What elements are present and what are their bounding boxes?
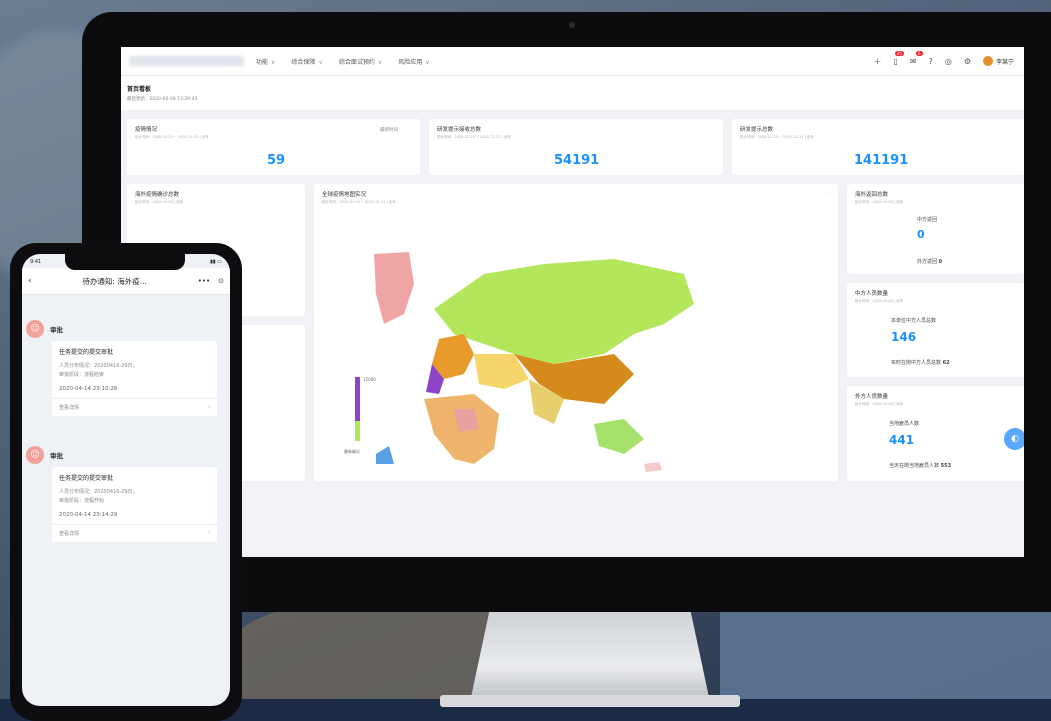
view-details-link[interactable]: 查看详情 ›: [52, 398, 217, 416]
card-world-map: 全球疫情地图实况 统计时间：2020-01-20 ~ 2020-12-31 | …: [314, 184, 838, 481]
cases-value: 59: [267, 153, 286, 168]
nav-item[interactable]: 风险应用 ∨: [398, 57, 429, 66]
toolbar: ＋ ▯ 45 ✉ 6 ? ◎ ⚙ 李某宁: [873, 50, 1014, 67]
battery-icon: ▮▮ ▭: [210, 259, 222, 265]
page-header: 首页看板 最后更新：2020-06-08 13:29:43: [121, 76, 1024, 110]
card-cases: 疫情情况 统计时间：2020-01-20 ~ 2020-12-31 | 全年 最…: [127, 119, 420, 175]
total-value: 141191: [854, 153, 909, 168]
notification-badge: 45: [894, 50, 904, 56]
page-updated: 最后更新：2020-06-08 13:29:43: [127, 97, 198, 102]
user-menu[interactable]: 李某宁: [982, 56, 1014, 66]
nav-item[interactable]: 综合面试预约 ∨: [339, 57, 382, 66]
main-nav: 功能 ∨ 综合保障 ∨ 综合面试预约 ∨ 风险应用 ∨: [256, 57, 430, 66]
received-value: 54191: [554, 153, 600, 168]
chat-float-icon[interactable]: ◐: [1004, 428, 1024, 450]
monitor-stand-base: [440, 695, 740, 707]
page-title: 首页看板: [127, 86, 152, 93]
camera-icon: [569, 22, 575, 28]
message-card[interactable]: 任务提交的提交审批 人员分布情况：20200416-29日； 审批阶段：流程结束 …: [52, 341, 217, 398]
message-item[interactable]: ☺ 审批 任务提交的提交审批 人员分布情况：20200416-29日； 审批阶段：…: [26, 320, 224, 416]
south-america-region: [376, 446, 394, 464]
card-received: 研发提示接收总数 统计时间：2020-01-20 ~ 2020-12-31 | …: [429, 119, 723, 175]
avatar: [982, 56, 993, 66]
oceania-region: [644, 462, 662, 472]
card-total: 研发提示总数 统计时间：2020-01-20 ~ 2020-12-31 | 全年…: [732, 119, 1024, 175]
indonesia-region: [594, 419, 644, 454]
logo: [129, 56, 244, 66]
monitor-stand: [470, 612, 710, 702]
more-icon[interactable]: ⋮: [827, 190, 832, 196]
gear-icon[interactable]: ⚙: [964, 57, 971, 66]
more-icon[interactable]: •••: [198, 277, 210, 285]
approval-icon: ☺: [26, 446, 44, 464]
add-icon[interactable]: ＋: [873, 56, 881, 67]
phone-screen: 9:41 ▮▮ ▭ ‹ 待办通知: 海外疫... ••• ⊙ ☺ 审批 任务提交…: [22, 254, 230, 706]
legend-bar-low: [355, 421, 360, 441]
approval-icon: ☺: [26, 320, 44, 338]
card-foreign-staff: 外方人员数量 统计时间：2020-04-08 | 全年 当地雇员人数 441 当…: [847, 386, 1024, 481]
russia-region: [434, 259, 694, 364]
greenland-region: [374, 252, 414, 324]
view-details-link[interactable]: 查看详情 ›: [52, 524, 217, 542]
nav-item[interactable]: 功能 ∨: [256, 57, 275, 66]
message-item[interactable]: ☺ 审批 任务提交的提交审批 人员分布情况：20200416-29日； 审批阶段：…: [26, 446, 224, 542]
card-overseas-returns: 海外返回总数 统计时间：2020-04-08 | 全年 中方返回 0 外方返回 …: [847, 184, 1024, 274]
phone-notch: [65, 254, 185, 270]
phone-header: ‹ 待办通知: 海外疫... ••• ⊙: [22, 268, 230, 295]
legend-bottom-label: 最新确诊: [344, 448, 360, 454]
top-navbar: 功能 ∨ 综合保障 ∨ 综合面试预约 ∨ 风险应用 ∨ ＋ ▯ 45 ✉ 6 ? ◎ ⚙ 李…: [121, 47, 1024, 76]
card-chinese-staff: 中方人员数量 统计时间：2020-04-08 | 全年 本单位中方人员总数 14…: [847, 283, 1024, 377]
message-icon[interactable]: ✉ 6: [910, 50, 923, 66]
globe-icon[interactable]: ◎: [945, 57, 952, 66]
legend-top-label: 15000: [363, 377, 376, 382]
close-icon[interactable]: ⊙: [218, 277, 224, 285]
message-badge: 6: [916, 50, 923, 56]
legend-bar: [355, 377, 360, 421]
time-select[interactable]: 最新时间: [380, 127, 398, 133]
message-card[interactable]: 任务提交的提交审批 人员分布情况：20200416-29日； 审批阶段：流程开始 …: [52, 467, 217, 524]
help-icon[interactable]: ?: [929, 57, 933, 66]
nav-item[interactable]: 综合保障 ∨: [291, 57, 322, 66]
dashboard-screen: 功能 ∨ 综合保障 ∨ 综合面试预约 ∨ 风险应用 ∨ ＋ ▯ 45 ✉ 6 ? ◎ ⚙ 李…: [121, 47, 1024, 557]
bell-icon[interactable]: ▯ 45: [893, 50, 904, 66]
world-map[interactable]: 15000 最新确诊: [314, 214, 838, 474]
